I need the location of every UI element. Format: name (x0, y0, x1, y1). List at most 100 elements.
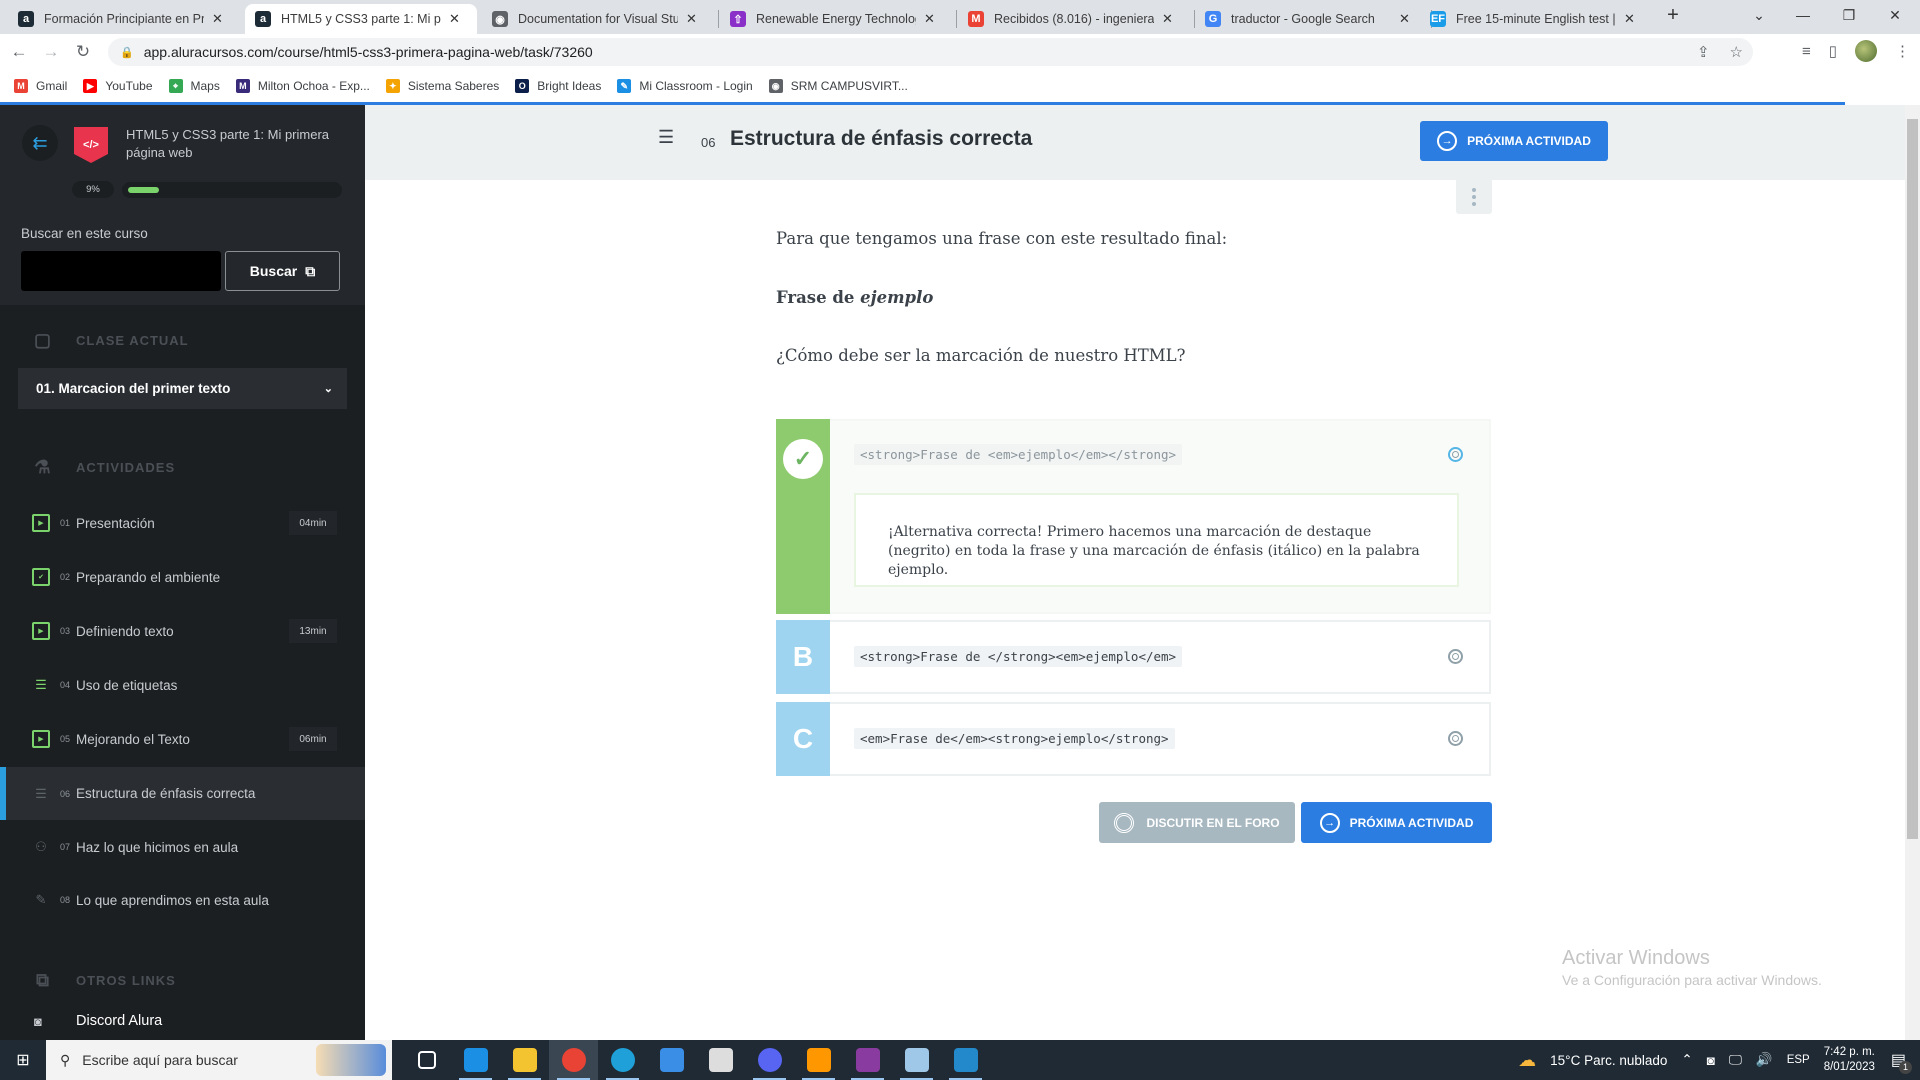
alternative-a[interactable]: ✓ <strong>Frase de <em>ejemplo</em></str… (776, 419, 1491, 614)
next-activity-button-top[interactable]: → PRÓXIMA ACTIVIDAD (1420, 121, 1608, 161)
new-tab-button[interactable]: + (1650, 0, 1696, 30)
bright-ideas-icon: O (515, 79, 530, 93)
profile-avatar[interactable] (1855, 40, 1877, 62)
bookmark-item[interactable]: ✦ Sistema Saberes (385, 79, 499, 93)
sidebar-activity-item[interactable]: ▶ 01 Presentación 04min (0, 497, 365, 549)
weather-text[interactable]: 15°C Parc. nublado (1550, 1053, 1667, 1068)
clock[interactable]: 7:42 p. m. 8/01/2023 (1824, 1045, 1875, 1075)
volume-icon[interactable]: 🔊 (1756, 1052, 1773, 1068)
browser-tab[interactable]: Gtraductor - Google Search ✕ (1195, 4, 1427, 34)
forward-button[interactable]: → (38, 42, 64, 62)
back-button[interactable]: ← (6, 42, 32, 62)
network-icon[interactable]: 🖵 (1729, 1052, 1742, 1068)
weather-icon[interactable]: ☁ (1518, 1050, 1536, 1071)
eye-icon[interactable] (1448, 447, 1463, 462)
page-scrollbar[interactable] (1905, 105, 1920, 1040)
bookmark-item[interactable]: O Bright Ideas (515, 79, 601, 93)
taskbar-app-notepad[interactable] (892, 1040, 941, 1080)
camera-icon[interactable]: ◙ (1707, 1053, 1715, 1068)
minimize-button[interactable]: — (1780, 0, 1826, 30)
taskbar-app-file-explorer[interactable] (500, 1040, 549, 1080)
close-window-button[interactable]: ✕ (1872, 0, 1918, 30)
sidebar-activity-item[interactable]: ⚇ 07 Haz lo que hicimos en aula (0, 821, 365, 873)
taskbar-app-winrar[interactable] (843, 1040, 892, 1080)
activity-label: Mejorando el Texto (76, 731, 190, 747)
bookmark-star-icon[interactable]: ☆ (1730, 43, 1743, 61)
bookmark-item[interactable]: ✎ Mi Classroom - Login (617, 79, 753, 93)
chrome-menu-icon[interactable]: ⋮ (1895, 42, 1910, 60)
bookmark-label: Milton Ochoa - Exp... (257, 79, 370, 93)
activity-number: 08 (60, 895, 71, 905)
discord-link[interactable]: ◙ Discord Alura (34, 1013, 162, 1029)
eye-icon[interactable] (1448, 731, 1463, 746)
language-indicator[interactable]: ESP (1787, 1054, 1810, 1066)
reload-button[interactable]: ↻ (70, 42, 96, 62)
discuss-forum-button[interactable]: DISCUTIR EN EL FORO (1099, 802, 1295, 843)
sidebar-activity-item[interactable]: ☰ 06 Estructura de énfasis correcta (0, 767, 365, 820)
alternative-b[interactable]: B <strong>Frase de </strong><em>ejemplo<… (776, 620, 1491, 694)
tab-search-button[interactable]: ⌄ (1736, 0, 1782, 30)
taskbar-app-mail[interactable] (451, 1040, 500, 1080)
scrollbar-thumb[interactable] (1907, 119, 1918, 839)
next-activity-button-bottom[interactable]: → PRÓXIMA ACTIVIDAD (1301, 802, 1492, 843)
example-phrase: Frase de ejemplo (776, 288, 933, 307)
sidebar-activity-item[interactable]: ✎ 08 Lo que aprendimos en esta aula (0, 874, 365, 926)
browser-tab[interactable]: ◉ Documentation for Visual Studio ✕ (482, 4, 714, 34)
taskbar-app-app-u[interactable] (696, 1040, 745, 1080)
course-search-input[interactable] (21, 251, 221, 291)
media-control-icon[interactable]: ≡ (1802, 43, 1811, 60)
url-text[interactable]: app.aluracursos.com/course/html5-css3-pr… (144, 44, 593, 60)
windows-start-button[interactable]: ⊞ (0, 1050, 46, 1070)
side-panel-icon[interactable]: ▯ (1829, 42, 1837, 60)
close-tab-icon[interactable]: ✕ (1162, 11, 1173, 27)
search-button[interactable]: Buscar ⧉ (225, 251, 340, 291)
taskbar-app-sublime[interactable] (794, 1040, 843, 1080)
close-tab-icon[interactable]: ✕ (924, 11, 935, 27)
bookmark-item[interactable]: M Milton Ochoa - Exp... (235, 79, 370, 93)
sidebar-activity-item[interactable]: ✔ 02 Preparando el ambiente (0, 551, 365, 603)
alura-icon: a (255, 11, 271, 27)
share-icon[interactable]: ⇪ (1697, 43, 1710, 61)
browser-tab[interactable]: a HTML5 y CSS3 parte 1: Mi prime ✕ (245, 4, 477, 34)
close-tab-icon[interactable]: ✕ (212, 11, 223, 27)
sidebar-activity-item[interactable]: ▶ 05 Mejorando el Texto 06min (0, 713, 365, 765)
browser-tab[interactable]: a Formación Principiante en Progr ✕ (8, 4, 240, 34)
video-icon: ▶ (32, 622, 50, 640)
close-tab-icon[interactable]: ✕ (686, 11, 697, 27)
browser-tab[interactable]: M Recibidos (8.016) - ingenieraagr ✕ (958, 4, 1190, 34)
eye-icon[interactable] (1448, 649, 1463, 664)
show-hidden-icons[interactable]: ⌃ (1681, 1052, 1692, 1068)
bookmark-item[interactable]: ▶ YouTube (83, 79, 153, 93)
restore-button[interactable]: ❐ (1826, 0, 1872, 30)
taskbar-app-discord[interactable] (745, 1040, 794, 1080)
address-bar-row: ← → ↻ 🔒 app.aluracursos.com/course/html5… (0, 34, 1920, 70)
taskbar-app-edge[interactable] (598, 1040, 647, 1080)
current-class-dropdown[interactable]: 01. Marcacion del primer texto ⌄ (18, 368, 347, 409)
taskbar-app-vscode[interactable] (941, 1040, 990, 1080)
close-tab-icon[interactable]: ✕ (449, 11, 460, 27)
activity-list-icon[interactable]: ☰ (658, 127, 674, 148)
clipboard-check-icon: ✔ (32, 568, 50, 586)
video-icon: ▶ (32, 730, 50, 748)
browser-tab[interactable]: ⇧ Renewable Energy Technology: C ✕ (720, 4, 952, 34)
bookmark-item[interactable]: ◉ SRM CAMPUSVIRT... (768, 79, 908, 93)
bookmark-item[interactable]: M Gmail (14, 79, 67, 93)
sidebar-activity-item[interactable]: ▶ 03 Definiendo texto 13min (0, 605, 365, 657)
notifications-icon[interactable]: ▤ 1 (1891, 1050, 1912, 1074)
taskbar-app-task-view[interactable] (402, 1040, 451, 1080)
taskbar-search[interactable]: ⚲ Escribe aquí para buscar (46, 1040, 392, 1080)
course-title[interactable]: HTML5 y CSS3 parte 1: Mi primera página … (126, 126, 346, 162)
collapse-sidebar-button[interactable]: ⇇ (22, 125, 58, 161)
more-options-button[interactable] (1456, 180, 1492, 214)
bookmark-item[interactable]: ⌖ Maps (168, 79, 220, 93)
milton-ochoa-icon: M (235, 79, 250, 93)
browser-tab[interactable]: EF Free 15-minute English test | EF ✕ (1420, 4, 1652, 34)
sidebar-activity-item[interactable]: ☰ 04 Uso de etiquetas (0, 659, 365, 711)
lock-icon: 🔒 (120, 46, 134, 59)
close-tab-icon[interactable]: ✕ (1399, 11, 1410, 27)
close-tab-icon[interactable]: ✕ (1624, 11, 1635, 27)
alternative-c[interactable]: C <em>Frase de</em><strong>ejemplo</stro… (776, 702, 1491, 776)
taskbar-app-store[interactable] (647, 1040, 696, 1080)
url-bar[interactable]: 🔒 app.aluracursos.com/course/html5-css3-… (108, 38, 1753, 66)
taskbar-app-chrome[interactable] (549, 1040, 598, 1080)
